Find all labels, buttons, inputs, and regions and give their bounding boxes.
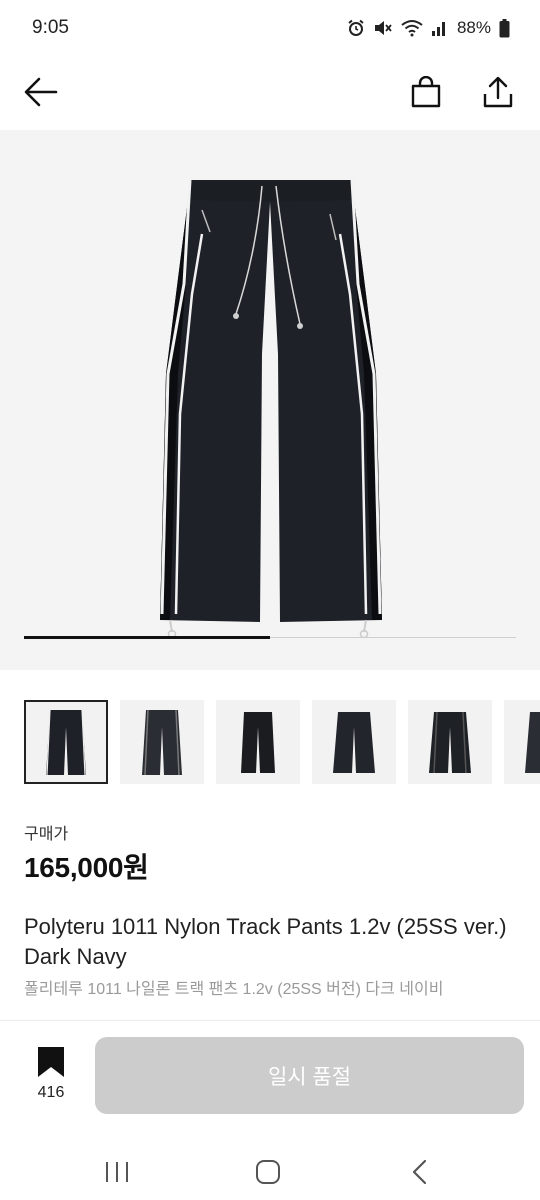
back-button[interactable] <box>17 68 65 116</box>
shopping-bag-icon <box>411 76 441 108</box>
shopping-bag-button[interactable] <box>402 68 450 116</box>
nav-back-button[interactable] <box>396 1148 444 1196</box>
back-arrow-icon <box>24 77 58 107</box>
bookmark-count: 416 <box>37 1084 65 1101</box>
home-icon <box>256 1160 280 1184</box>
thumbnail-3[interactable] <box>216 700 300 784</box>
thumbnail-strip <box>24 700 540 784</box>
wifi-icon <box>401 20 423 37</box>
product-image-carousel[interactable] <box>0 130 540 670</box>
product-name-korean: 폴리테루 1011 나일론 트랙 팬츠 1.2v (25SS 버전) 다크 네이… <box>24 981 444 998</box>
app-header <box>0 56 540 130</box>
price-label: 구매가 <box>24 826 69 843</box>
thumbnail-4[interactable] <box>312 700 396 784</box>
battery-icon <box>499 18 510 37</box>
divider <box>0 1020 540 1021</box>
thumbnail-image <box>46 709 86 776</box>
back-icon <box>412 1159 427 1185</box>
bookmark-icon <box>38 1047 64 1077</box>
price-value: 165,000원 <box>24 852 149 883</box>
carousel-progress-bar <box>24 636 270 639</box>
share-icon <box>483 76 513 108</box>
recent-apps-icon <box>106 1162 128 1182</box>
status-icons: 88% <box>347 15 510 41</box>
carousel-progress-track <box>24 636 516 639</box>
thumbnail-5[interactable] <box>408 700 492 784</box>
battery-percent: 88% <box>456 18 491 37</box>
bookmark-button[interactable]: 416 <box>26 1046 76 1108</box>
sold-out-button[interactable]: 일시 품절 <box>95 1037 524 1114</box>
system-nav-bar <box>0 1140 540 1200</box>
thumbnail-image <box>142 709 182 776</box>
status-bar: 9:05 88% <box>0 0 540 56</box>
signal-icon <box>431 22 445 36</box>
product-name-english: Polyteru 1011 Nylon Track Pants 1.2v (25… <box>24 914 507 969</box>
thumbnail-image <box>525 712 540 773</box>
mute-icon <box>374 21 392 35</box>
share-button[interactable] <box>474 68 522 116</box>
status-time: 9:05 <box>32 17 69 38</box>
thumbnail-image <box>429 711 471 774</box>
thumbnail-1[interactable] <box>24 700 108 784</box>
thumbnail-6[interactable] <box>504 700 540 784</box>
thumbnail-image <box>333 712 375 773</box>
home-button[interactable] <box>244 1148 292 1196</box>
thumbnail-image <box>241 712 275 773</box>
product-photo <box>160 179 382 639</box>
alarm-icon <box>348 19 364 36</box>
recent-apps-button[interactable] <box>93 1148 141 1196</box>
thumbnail-2[interactable] <box>120 700 204 784</box>
